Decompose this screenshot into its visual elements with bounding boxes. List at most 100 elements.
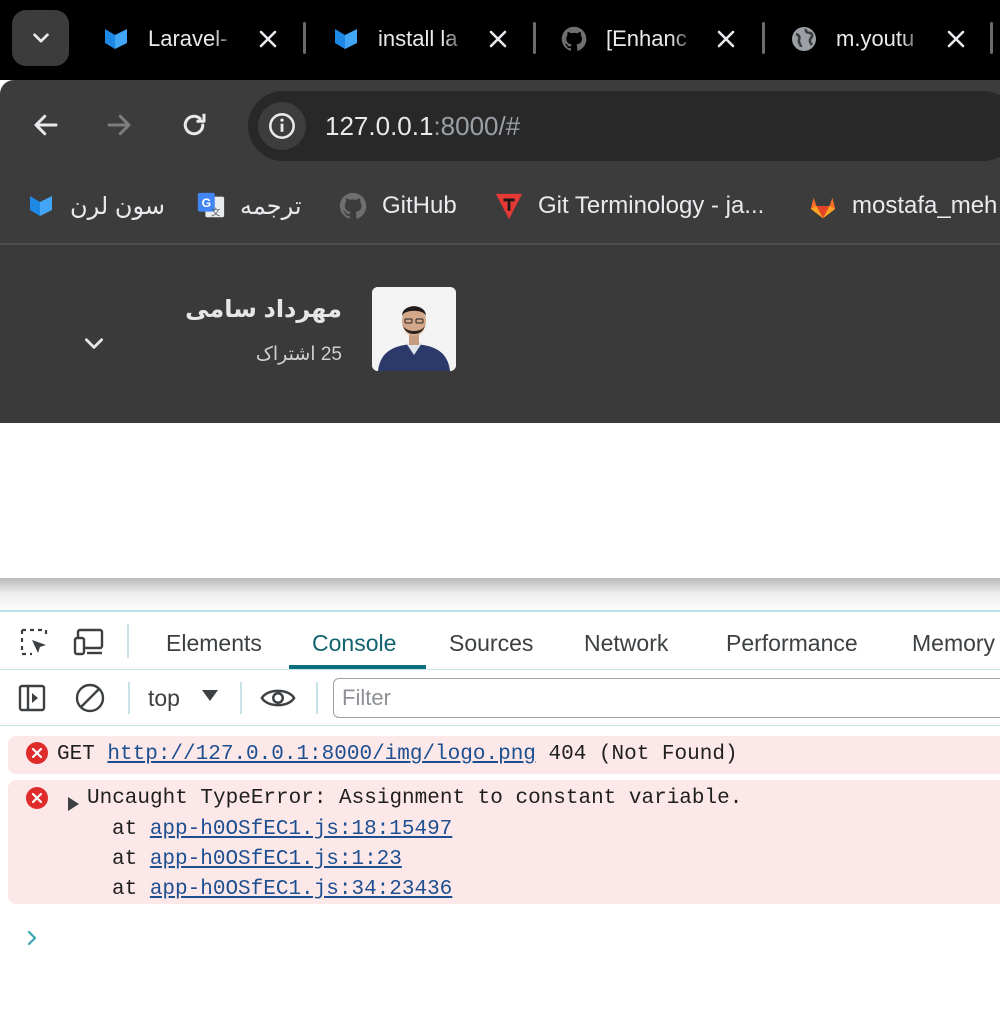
toolbar-separator <box>240 682 242 714</box>
avatar[interactable] <box>372 287 456 371</box>
tab-strip: Laravel- install la [Enhanc m.youtu <box>0 0 1000 80</box>
stack-frame: at app-h0OSfEC1.js:1:23 <box>112 848 402 871</box>
browser-tab[interactable]: install la <box>332 12 507 66</box>
context-selector[interactable]: top <box>148 685 180 712</box>
profile-dropdown-button[interactable] <box>74 325 114 361</box>
inspect-element-button[interactable] <box>16 624 52 660</box>
error-text: GET http://127.0.0.1:8000/img/logo.png 4… <box>57 743 738 766</box>
arrow-left-icon <box>34 114 58 136</box>
browser-tab[interactable]: [Enhanc <box>560 12 735 66</box>
browser-toolbar: 127.0.0.1:8000/# <box>0 80 1000 170</box>
url-path: :8000/# <box>433 111 521 141</box>
tab-title: install la <box>378 26 458 51</box>
tab-search-button[interactable] <box>12 10 69 66</box>
toolbar-separator <box>127 624 129 658</box>
tab-network[interactable]: Network <box>584 630 668 657</box>
tab-memory[interactable]: Memory <box>912 630 995 657</box>
device-toolbar-button[interactable] <box>72 624 108 660</box>
tab-separator <box>533 22 536 54</box>
bookmark-label: mostafa_meh <box>852 192 998 219</box>
github-icon <box>338 191 368 221</box>
request-method: GET <box>57 743 95 766</box>
error-text: Uncaught TypeError: Assignment to consta… <box>87 787 743 810</box>
stack-frame-link[interactable]: app-h0OSfEC1.js:18:15497 <box>150 818 452 841</box>
page-body <box>0 423 1000 579</box>
address-bar[interactable]: 127.0.0.1:8000/# <box>248 91 1000 161</box>
toolbar-separator <box>316 682 318 714</box>
console-error-message: GET http://127.0.0.1:8000/img/logo.png 4… <box>8 736 1000 774</box>
tab-separator <box>762 22 765 54</box>
live-expression-button[interactable] <box>260 680 296 716</box>
chevron-down-icon <box>32 33 49 43</box>
expand-triangle-icon[interactable] <box>68 797 79 811</box>
browser-tab[interactable]: Laravel- <box>102 12 277 66</box>
error-icon <box>26 787 48 809</box>
console-error-message: Uncaught TypeError: Assignment to consta… <box>8 780 1000 904</box>
laravel-icon <box>332 25 360 53</box>
bookmark-item[interactable]: G文 ترجمه <box>196 186 302 226</box>
bookmark-item[interactable]: GitHub <box>338 186 457 226</box>
console-prompt[interactable] <box>22 928 42 948</box>
toolbar-separator <box>128 682 130 714</box>
reload-button[interactable] <box>174 105 214 145</box>
arrow-right-icon <box>107 114 131 136</box>
devtools-panel: Elements Console Sources Network Perform… <box>0 610 1000 1024</box>
error-url-link[interactable]: http://127.0.0.1:8000/img/logo.png <box>107 743 535 766</box>
sevenlearn-icon <box>26 191 56 221</box>
clear-console-button[interactable] <box>72 680 108 716</box>
info-icon <box>269 113 295 139</box>
bookmarks-bar: سون لرن G文 ترجمه GitHub Git Terminology … <box>0 170 1000 244</box>
forward-button[interactable] <box>99 105 139 145</box>
stack-prefix: at <box>112 878 138 901</box>
tab-console[interactable]: Console <box>312 630 396 657</box>
bookmark-item[interactable]: mostafa_meh <box>808 186 997 226</box>
close-tab-icon[interactable] <box>712 25 740 53</box>
url-host: 127.0.0.1 <box>325 111 434 141</box>
svg-text:文: 文 <box>211 206 221 218</box>
inspect-icon <box>20 628 48 656</box>
device-icon <box>73 628 104 656</box>
tab-elements[interactable]: Elements <box>166 630 262 657</box>
sidebar-icon <box>18 684 46 712</box>
svg-text:G: G <box>202 196 211 210</box>
site-info-button[interactable] <box>258 102 306 150</box>
console-toolbar: top <box>0 670 1000 726</box>
close-tab-icon[interactable] <box>254 25 282 53</box>
devtools-tab-bar: Elements Console Sources Network Perform… <box>0 612 1000 670</box>
reload-icon <box>183 113 206 136</box>
stack-frame-link[interactable]: app-h0OSfEC1.js:34:23436 <box>150 878 452 901</box>
clear-icon <box>75 683 105 713</box>
tab-performance[interactable]: Performance <box>726 630 858 657</box>
bookmark-item[interactable]: Git Terminology - ja... <box>494 186 764 226</box>
stack-frame-link[interactable]: app-h0OSfEC1.js:1:23 <box>150 848 402 871</box>
error-icon <box>26 742 48 764</box>
request-status: 404 (Not Found) <box>548 743 738 766</box>
laravel-icon <box>102 25 130 53</box>
close-tab-icon[interactable] <box>942 25 970 53</box>
bookmark-label: ترجمه <box>240 192 302 220</box>
show-sidebar-button[interactable] <box>14 680 50 716</box>
bookmark-label: Git Terminology - ja... <box>538 192 765 219</box>
active-tab-indicator <box>289 665 426 669</box>
profile-name: مهرداد سامی <box>185 296 342 323</box>
tab-separator <box>303 22 306 54</box>
profile-subscriptions: 25 اشتراک <box>255 344 342 365</box>
stack-prefix: at <box>112 848 138 871</box>
stack-frame: at app-h0OSfEC1.js:34:23436 <box>112 878 452 901</box>
browser-tab[interactable]: m.youtu <box>790 12 965 66</box>
chevron-right-icon <box>27 930 37 946</box>
tab-sources[interactable]: Sources <box>449 630 533 657</box>
gitlab-icon <box>808 191 838 221</box>
tab-title: m.youtu <box>836 26 915 51</box>
bookmark-label: سون لرن <box>70 192 165 220</box>
github-icon <box>560 25 588 53</box>
tab-separator <box>990 22 993 54</box>
url-text: 127.0.0.1:8000/# <box>325 111 520 142</box>
caret-down-icon <box>202 690 218 701</box>
eye-icon <box>260 689 296 707</box>
close-tab-icon[interactable] <box>484 25 512 53</box>
bookmark-item[interactable]: سون لرن <box>26 186 165 226</box>
chevron-down-icon <box>85 338 103 349</box>
filter-input[interactable] <box>333 678 1000 718</box>
back-button[interactable] <box>26 105 66 145</box>
